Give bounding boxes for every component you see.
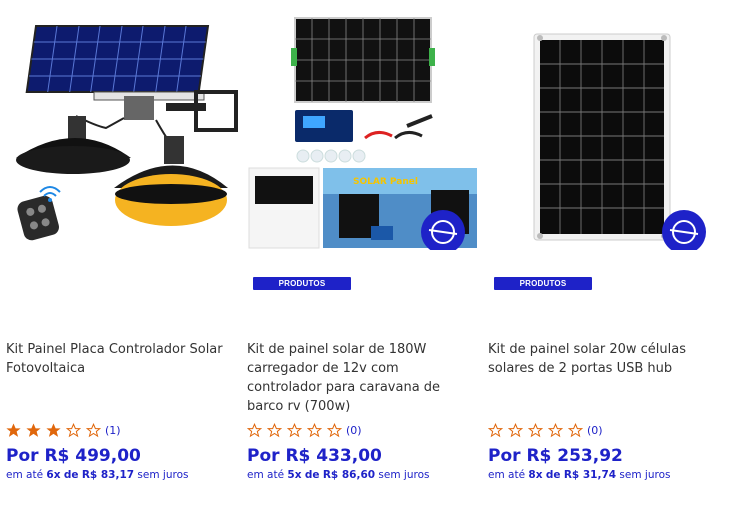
rating: (1) [6, 422, 121, 438]
product-image[interactable] [488, 8, 720, 254]
installment-suffix: sem juros [619, 469, 671, 481]
product-price: Por R$ 499,00 [6, 446, 141, 466]
product-image[interactable]: SOLAR Panel [247, 8, 479, 254]
solar-pendant-lamp-image [16, 25, 238, 241]
rating: (0) [247, 422, 362, 438]
star-empty-icon [86, 422, 101, 437]
star-filled-icon [46, 422, 61, 437]
star-empty-icon [287, 422, 302, 437]
product-image[interactable] [6, 8, 238, 250]
star-empty-icon [548, 422, 563, 437]
installment-suffix: sem juros [137, 469, 189, 481]
installment-prefix: em até [488, 469, 526, 481]
star-empty-icon [508, 422, 523, 437]
rating: (0) [488, 422, 603, 438]
product-title[interactable]: Kit de painel solar 20w células solares … [488, 340, 713, 378]
svg-text:SOLAR Panel: SOLAR Panel [353, 177, 418, 187]
rating-count: (0) [587, 423, 603, 437]
product-price: Por R$ 433,00 [247, 446, 382, 466]
installment-info: em até 6x de R$ 83,17 sem juros [6, 469, 188, 481]
star-empty-icon [488, 422, 503, 437]
star-empty-icon [327, 422, 342, 437]
installment-info: em até 5x de R$ 86,60 sem juros [247, 469, 429, 481]
star-filled-icon [6, 422, 21, 437]
installment-value: R$ 31,74 [563, 469, 617, 481]
star-empty-icon [568, 422, 583, 437]
rating-count: (0) [346, 423, 362, 437]
product-card[interactable]: Kit Painel Placa Controlador Solar Fotov… [6, 0, 242, 506]
star-empty-icon [528, 422, 543, 437]
installment-middle: de [304, 469, 320, 481]
installment-value: R$ 83,17 [81, 469, 135, 481]
solar-panel-image [533, 33, 706, 254]
installment-prefix: em até [247, 469, 285, 481]
installment-value: R$ 86,60 [322, 469, 376, 481]
star-filled-icon [26, 422, 41, 437]
product-card[interactable]: SOLAR Panel PRODUTOS Kit de painel solar… [247, 0, 483, 506]
star-empty-icon [267, 422, 282, 437]
category-badge[interactable]: PRODUTOS [494, 277, 592, 290]
star-empty-icon [307, 422, 322, 437]
installment-suffix: sem juros [378, 469, 430, 481]
solar-panel-kit-image: SOLAR Panel [248, 17, 477, 254]
category-badge[interactable]: PRODUTOS [253, 277, 351, 290]
product-price: Por R$ 253,92 [488, 446, 623, 466]
installment-middle: de [63, 469, 79, 481]
installment-middle: de [545, 469, 561, 481]
installment-count: 5x [287, 469, 302, 481]
star-empty-icon [66, 422, 81, 437]
product-title[interactable]: Kit de painel solar de 180W carregador d… [247, 340, 472, 416]
installment-prefix: em até [6, 469, 44, 481]
installment-count: 6x [46, 469, 61, 481]
product-card[interactable]: PRODUTOS Kit de painel solar 20w células… [488, 0, 724, 506]
star-empty-icon [247, 422, 262, 437]
installment-count: 8x [528, 469, 543, 481]
product-title[interactable]: Kit Painel Placa Controlador Solar Fotov… [6, 340, 231, 378]
rating-count: (1) [105, 423, 121, 437]
installment-info: em até 8x de R$ 31,74 sem juros [488, 469, 670, 481]
